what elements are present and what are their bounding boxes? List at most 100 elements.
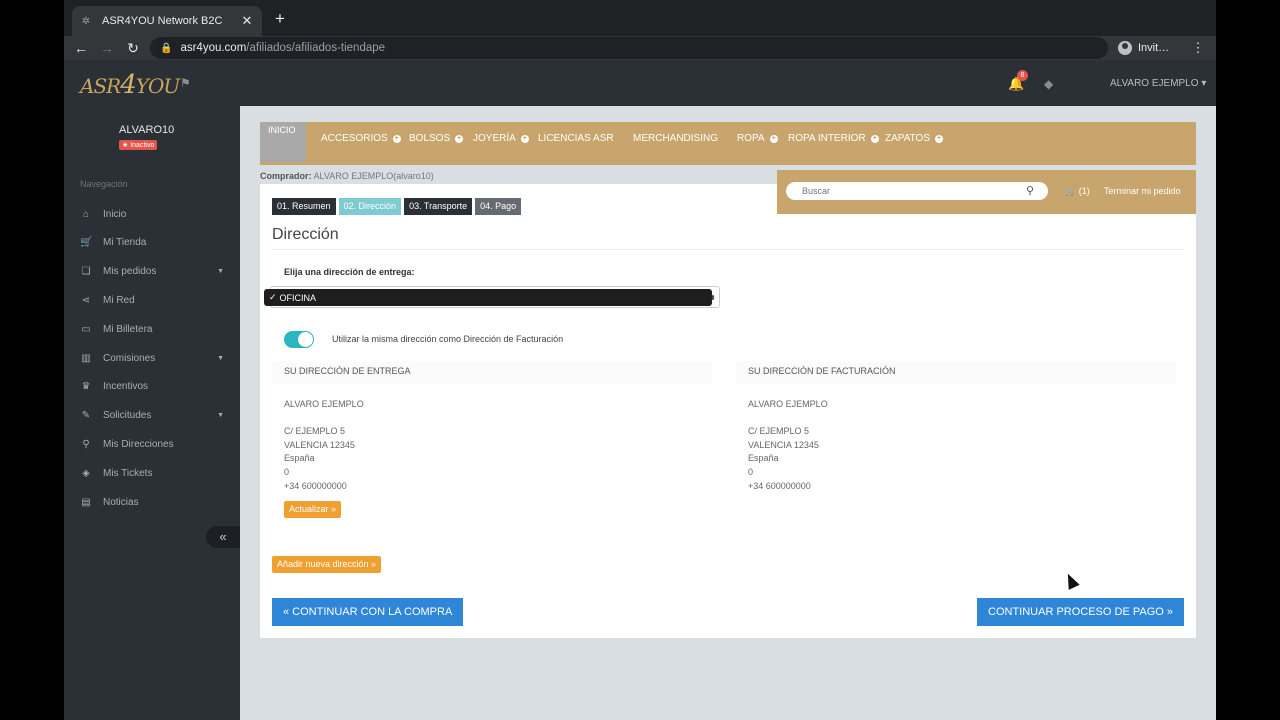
browser-menu-icon[interactable]: ⋮ <box>1190 39 1206 57</box>
tab-title: ASR4YOU Network B2C <box>102 15 223 27</box>
map-pin-icon: ⚲ <box>82 438 90 450</box>
same-billing-label: Utilizar la misma dirección como Direcci… <box>332 334 564 344</box>
plus-circle-icon: + <box>769 134 778 143</box>
news-icon: ▤ <box>81 496 91 508</box>
sidebar-item-mis-pedidos[interactable]: ❏ Mis pedidos ▼ <box>64 261 240 283</box>
buyer-info: Comprador: ALVARO EJEMPLO(alvaro10) <box>260 171 434 181</box>
plus-circle-icon: + <box>520 134 529 143</box>
category-licencias-asr[interactable]: LICENCIAS ASR <box>538 133 614 144</box>
sidebar-item-mis-tickets[interactable]: ◈ Mis Tickets <box>64 462 240 484</box>
sidebar-item-inicio[interactable]: ⌂ Inicio <box>64 203 240 225</box>
chevron-down-icon: ▼ <box>217 354 224 362</box>
url-field[interactable]: 🔒 asr4you.com/afiliados/afiliados-tienda… <box>150 37 1108 59</box>
step-shipping[interactable]: 03. Transporte <box>404 198 473 215</box>
shipping-address-heading: SU DIRECCIÓN DE ENTREGA <box>272 362 712 384</box>
user-name: ALVARO10 <box>119 124 175 136</box>
step-address[interactable]: 02. Dirección <box>338 198 402 215</box>
notifications-button[interactable]: 🔔 8 <box>1008 70 1028 92</box>
shipping-address: ALVARO EJEMPLO C/ EJEMPLO 5 VALENCIA 123… <box>284 399 364 491</box>
home-icon: ⌂ <box>82 208 90 220</box>
sidebar: ALVARO10 ★ Inactivo Navegación ⌂ Inicio 🛒 M… <box>64 106 240 720</box>
sidebar-item-mis-direcciones[interactable]: ⚲ Mis Direcciones <box>64 433 240 455</box>
sidebar-item-noticias[interactable]: ▤ Noticias <box>64 491 240 513</box>
finish-order-link[interactable]: Terminar mi pedido <box>1104 186 1181 196</box>
site-favicon-icon: ✲ <box>81 15 91 27</box>
toggle-knob <box>298 332 313 347</box>
trophy-icon: ♛ <box>81 381 91 393</box>
edit-icon: ✎ <box>81 410 91 422</box>
category-home[interactable]: INICIO <box>260 122 306 162</box>
continue-shopping-button[interactable]: « CONTINUAR CON LA COMPRA <box>272 598 464 626</box>
sidebar-item-incentivos[interactable]: ♛ Incentivos <box>64 376 240 398</box>
profile-button[interactable]: Invit… <box>1118 39 1169 57</box>
app-header: ASR4YOU ⚑ 🔔 8 ◆ ALVARO EJEMPLO ▾ <box>64 60 1216 106</box>
category-bolsos[interactable]: BOLSOS + <box>409 133 464 144</box>
check-icon: ✓ <box>269 292 277 302</box>
sidebar-item-label: Inicio <box>103 208 127 220</box>
billing-address-heading: SU DIRECCIÓN DE FACTURACIÓN <box>736 362 1176 384</box>
sidebar-item-mi-tienda[interactable]: 🛒 Mi Tienda <box>64 232 240 254</box>
browser-tab[interactable]: ✲ ASR4YOU Network B2C ✕ <box>72 6 262 36</box>
address-bar: ← → ↻ 🔒 asr4you.com/afiliados/afiliados-… <box>64 36 1216 60</box>
notification-badge: 8 <box>1017 70 1028 81</box>
flag-icon[interactable]: ⚑ <box>180 76 194 90</box>
tag-icon[interactable]: ◆ <box>1044 77 1053 91</box>
asr4you-logo[interactable]: ASR4YOU <box>80 70 180 100</box>
checkout-panel: 01. Resumen 02. Dirección 03. Transporte… <box>260 184 1196 638</box>
selected-address-value: OFICINA <box>279 292 317 303</box>
category-label: ROPA <box>737 133 765 144</box>
sidebar-item-label: Mi Billetera <box>103 323 153 335</box>
search-icon[interactable]: ⚲ <box>1026 184 1034 197</box>
search-cart-bar: ⚲ 🛒 (1) Terminar mi pedido <box>777 170 1196 214</box>
category-ropa[interactable]: ROPA + <box>737 133 778 144</box>
forward-icon[interactable]: → <box>98 39 116 57</box>
add-address-button[interactable]: Añadir nueva dirección » <box>272 556 382 573</box>
new-tab-button[interactable]: + <box>270 9 290 29</box>
category-joyería[interactable]: JOYERÍA + <box>473 133 529 144</box>
same-billing-toggle[interactable] <box>284 331 314 348</box>
sidebar-item-comisiones[interactable]: ▥ Comisiones ▼ <box>64 347 240 369</box>
sidebar-item-solicitudes[interactable]: ✎ Solicitudes ▼ <box>64 405 240 427</box>
orders-icon: ❏ <box>81 266 91 278</box>
search-input[interactable] <box>786 182 1048 200</box>
continue-payment-button[interactable]: CONTINUAR PROCESO DE PAGO » <box>977 598 1184 626</box>
checkout-steps: 01. Resumen 02. Dirección 03. Transporte… <box>272 198 524 215</box>
category-label: ACCESORIOS <box>321 133 388 144</box>
category-label: MERCHANDISING <box>633 133 719 144</box>
category-label: BOLSOS <box>409 133 451 144</box>
category-merchandising[interactable]: MERCHANDISING <box>633 133 718 144</box>
category-accesorios[interactable]: ACCESORIOS + <box>321 133 401 144</box>
sidebar-item-label: Comisiones <box>103 352 156 364</box>
lock-icon: 🔒 <box>160 42 173 54</box>
category-ropa-interior[interactable]: ROPA INTERIOR + <box>788 133 879 144</box>
reload-icon[interactable]: ↻ <box>124 39 142 57</box>
plus-circle-icon: + <box>392 134 401 143</box>
sidebar-item-label: Mis Direcciones <box>103 438 174 450</box>
choose-address-label: Elija una dirección de entrega: <box>284 267 415 277</box>
nav-section-label: Navegación <box>80 179 128 189</box>
user-menu[interactable]: ALVARO EJEMPLO ▾ <box>1110 78 1206 89</box>
sidebar-item-label: Mi Red <box>103 294 135 306</box>
sidebar-item-mi-billetera[interactable]: ▭ Mi Billetera <box>64 318 240 340</box>
step-summary[interactable]: 01. Resumen <box>272 198 336 215</box>
plus-circle-icon: + <box>455 134 464 143</box>
ticket-icon: ◈ <box>82 467 90 479</box>
category-label: LICENCIAS ASR <box>538 133 614 144</box>
tab-close-icon[interactable]: ✕ <box>240 13 254 29</box>
status-badge: ★ Inactivo <box>119 140 158 150</box>
back-icon[interactable]: ← <box>72 39 90 57</box>
category-zapatos[interactable]: ZAPATOS + <box>885 133 944 144</box>
cart-link[interactable]: 🛒 (1) <box>1065 186 1090 197</box>
category-bar: INICIO ACCESORIOS + BOLSOS + JOYERÍA + LICENCI… <box>260 122 1196 165</box>
chevron-down-icon: ▼ <box>217 412 224 420</box>
page-title: Dirección <box>272 226 339 243</box>
wallet-icon: ▭ <box>81 323 91 335</box>
collapse-sidebar-button[interactable]: « <box>206 526 240 548</box>
sidebar-item-label: Solicitudes <box>103 410 152 422</box>
address-select-option[interactable]: ✓ OFICINA <box>264 289 712 306</box>
step-payment[interactable]: 04. Pago <box>475 198 522 215</box>
profile-label: Invit… <box>1138 42 1170 54</box>
category-label: JOYERÍA <box>473 133 516 144</box>
sidebar-item-mi-red[interactable]: ⋖ Mi Red <box>64 289 240 311</box>
update-address-button[interactable]: Actualizar » <box>284 501 342 518</box>
